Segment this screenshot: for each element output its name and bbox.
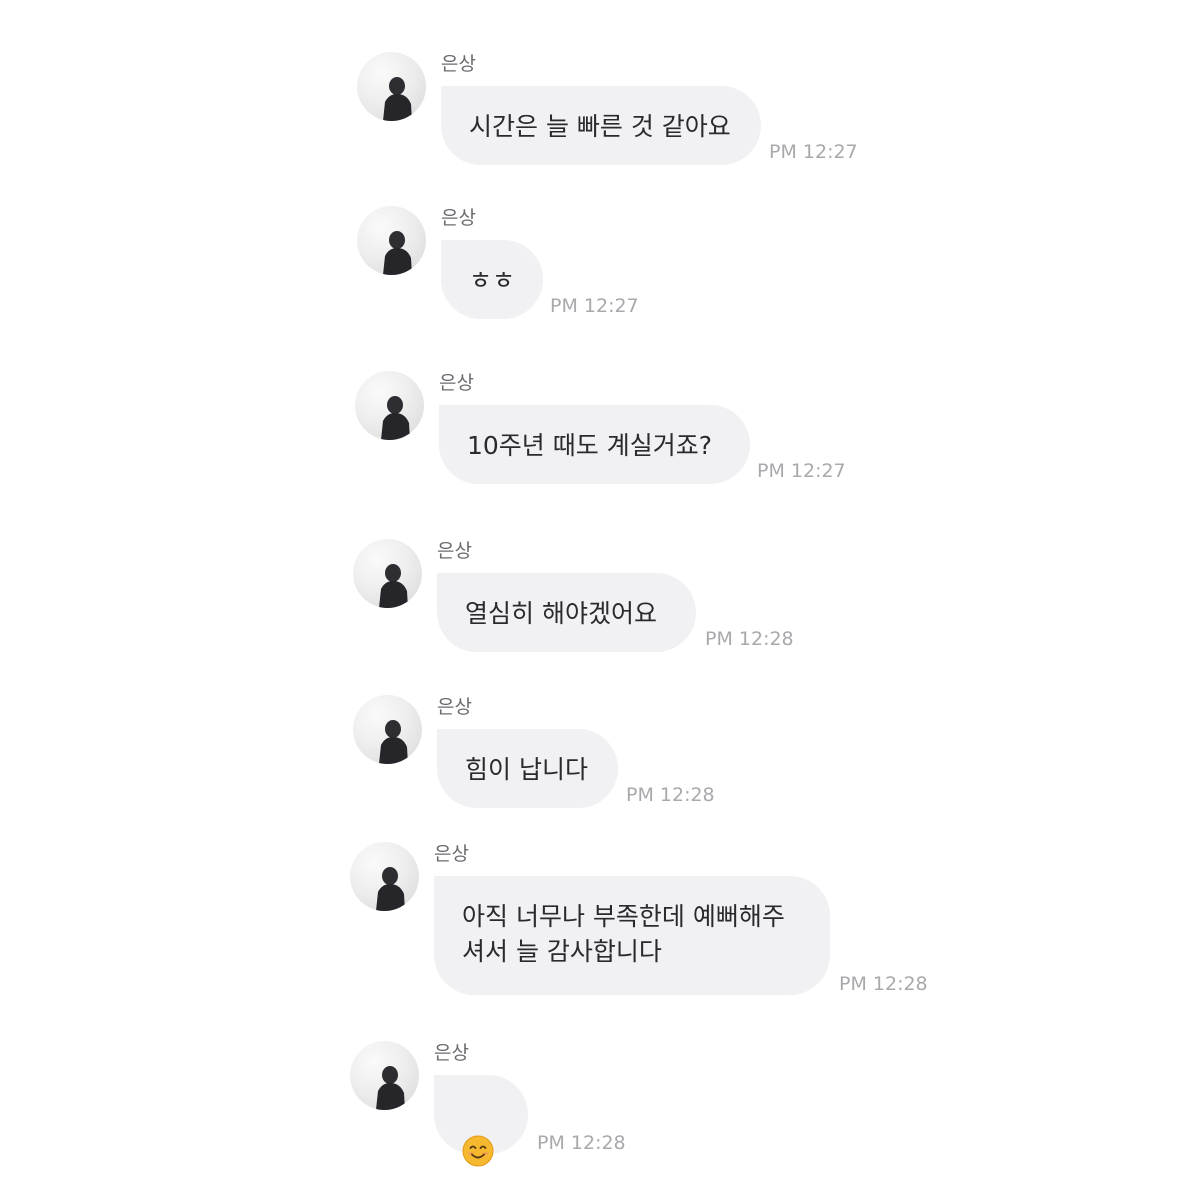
chat-thread: 은상 시간은 늘 빠른 것 같아요 PM 12:27 은상 ㅎㅎ PM 12:2… bbox=[0, 0, 1200, 1200]
message-bubble[interactable]: 열심히 해야겠어요 bbox=[437, 573, 696, 652]
avatar[interactable] bbox=[350, 1041, 419, 1110]
avatar[interactable] bbox=[357, 206, 426, 275]
message-time: PM 12:27 bbox=[757, 460, 846, 482]
message-bubble[interactable] bbox=[434, 1075, 528, 1167]
avatar[interactable] bbox=[357, 52, 426, 121]
message-bubble[interactable]: 아직 너무나 부족한데 예뻐해주 셔서 늘 감사합니다 bbox=[434, 876, 830, 995]
message-time: PM 12:28 bbox=[537, 1132, 626, 1154]
message-bubble[interactable]: 10주년 때도 계실거죠? bbox=[439, 405, 750, 484]
sender-name: 은상 bbox=[437, 540, 472, 562]
sender-name: 은상 bbox=[441, 53, 476, 75]
sender-name: 은상 bbox=[434, 1042, 469, 1064]
message-time: PM 12:27 bbox=[769, 141, 858, 163]
sender-name: 은상 bbox=[439, 372, 474, 394]
sender-name: 은상 bbox=[437, 696, 472, 718]
message-time: PM 12:27 bbox=[550, 295, 639, 317]
avatar[interactable] bbox=[353, 539, 422, 608]
avatar[interactable] bbox=[353, 695, 422, 764]
smiling-face-icon bbox=[462, 1135, 494, 1167]
sender-name: 은상 bbox=[441, 207, 476, 229]
avatar[interactable] bbox=[355, 371, 424, 440]
message-time: PM 12:28 bbox=[626, 784, 715, 806]
message-bubble[interactable]: ㅎㅎ bbox=[441, 240, 543, 319]
message-bubble[interactable]: 힘이 납니다 bbox=[437, 729, 618, 808]
avatar[interactable] bbox=[350, 842, 419, 911]
message-time: PM 12:28 bbox=[705, 628, 794, 650]
sender-name: 은상 bbox=[434, 843, 469, 865]
message-time: PM 12:28 bbox=[839, 973, 928, 995]
message-bubble[interactable]: 시간은 늘 빠른 것 같아요 bbox=[441, 86, 761, 165]
